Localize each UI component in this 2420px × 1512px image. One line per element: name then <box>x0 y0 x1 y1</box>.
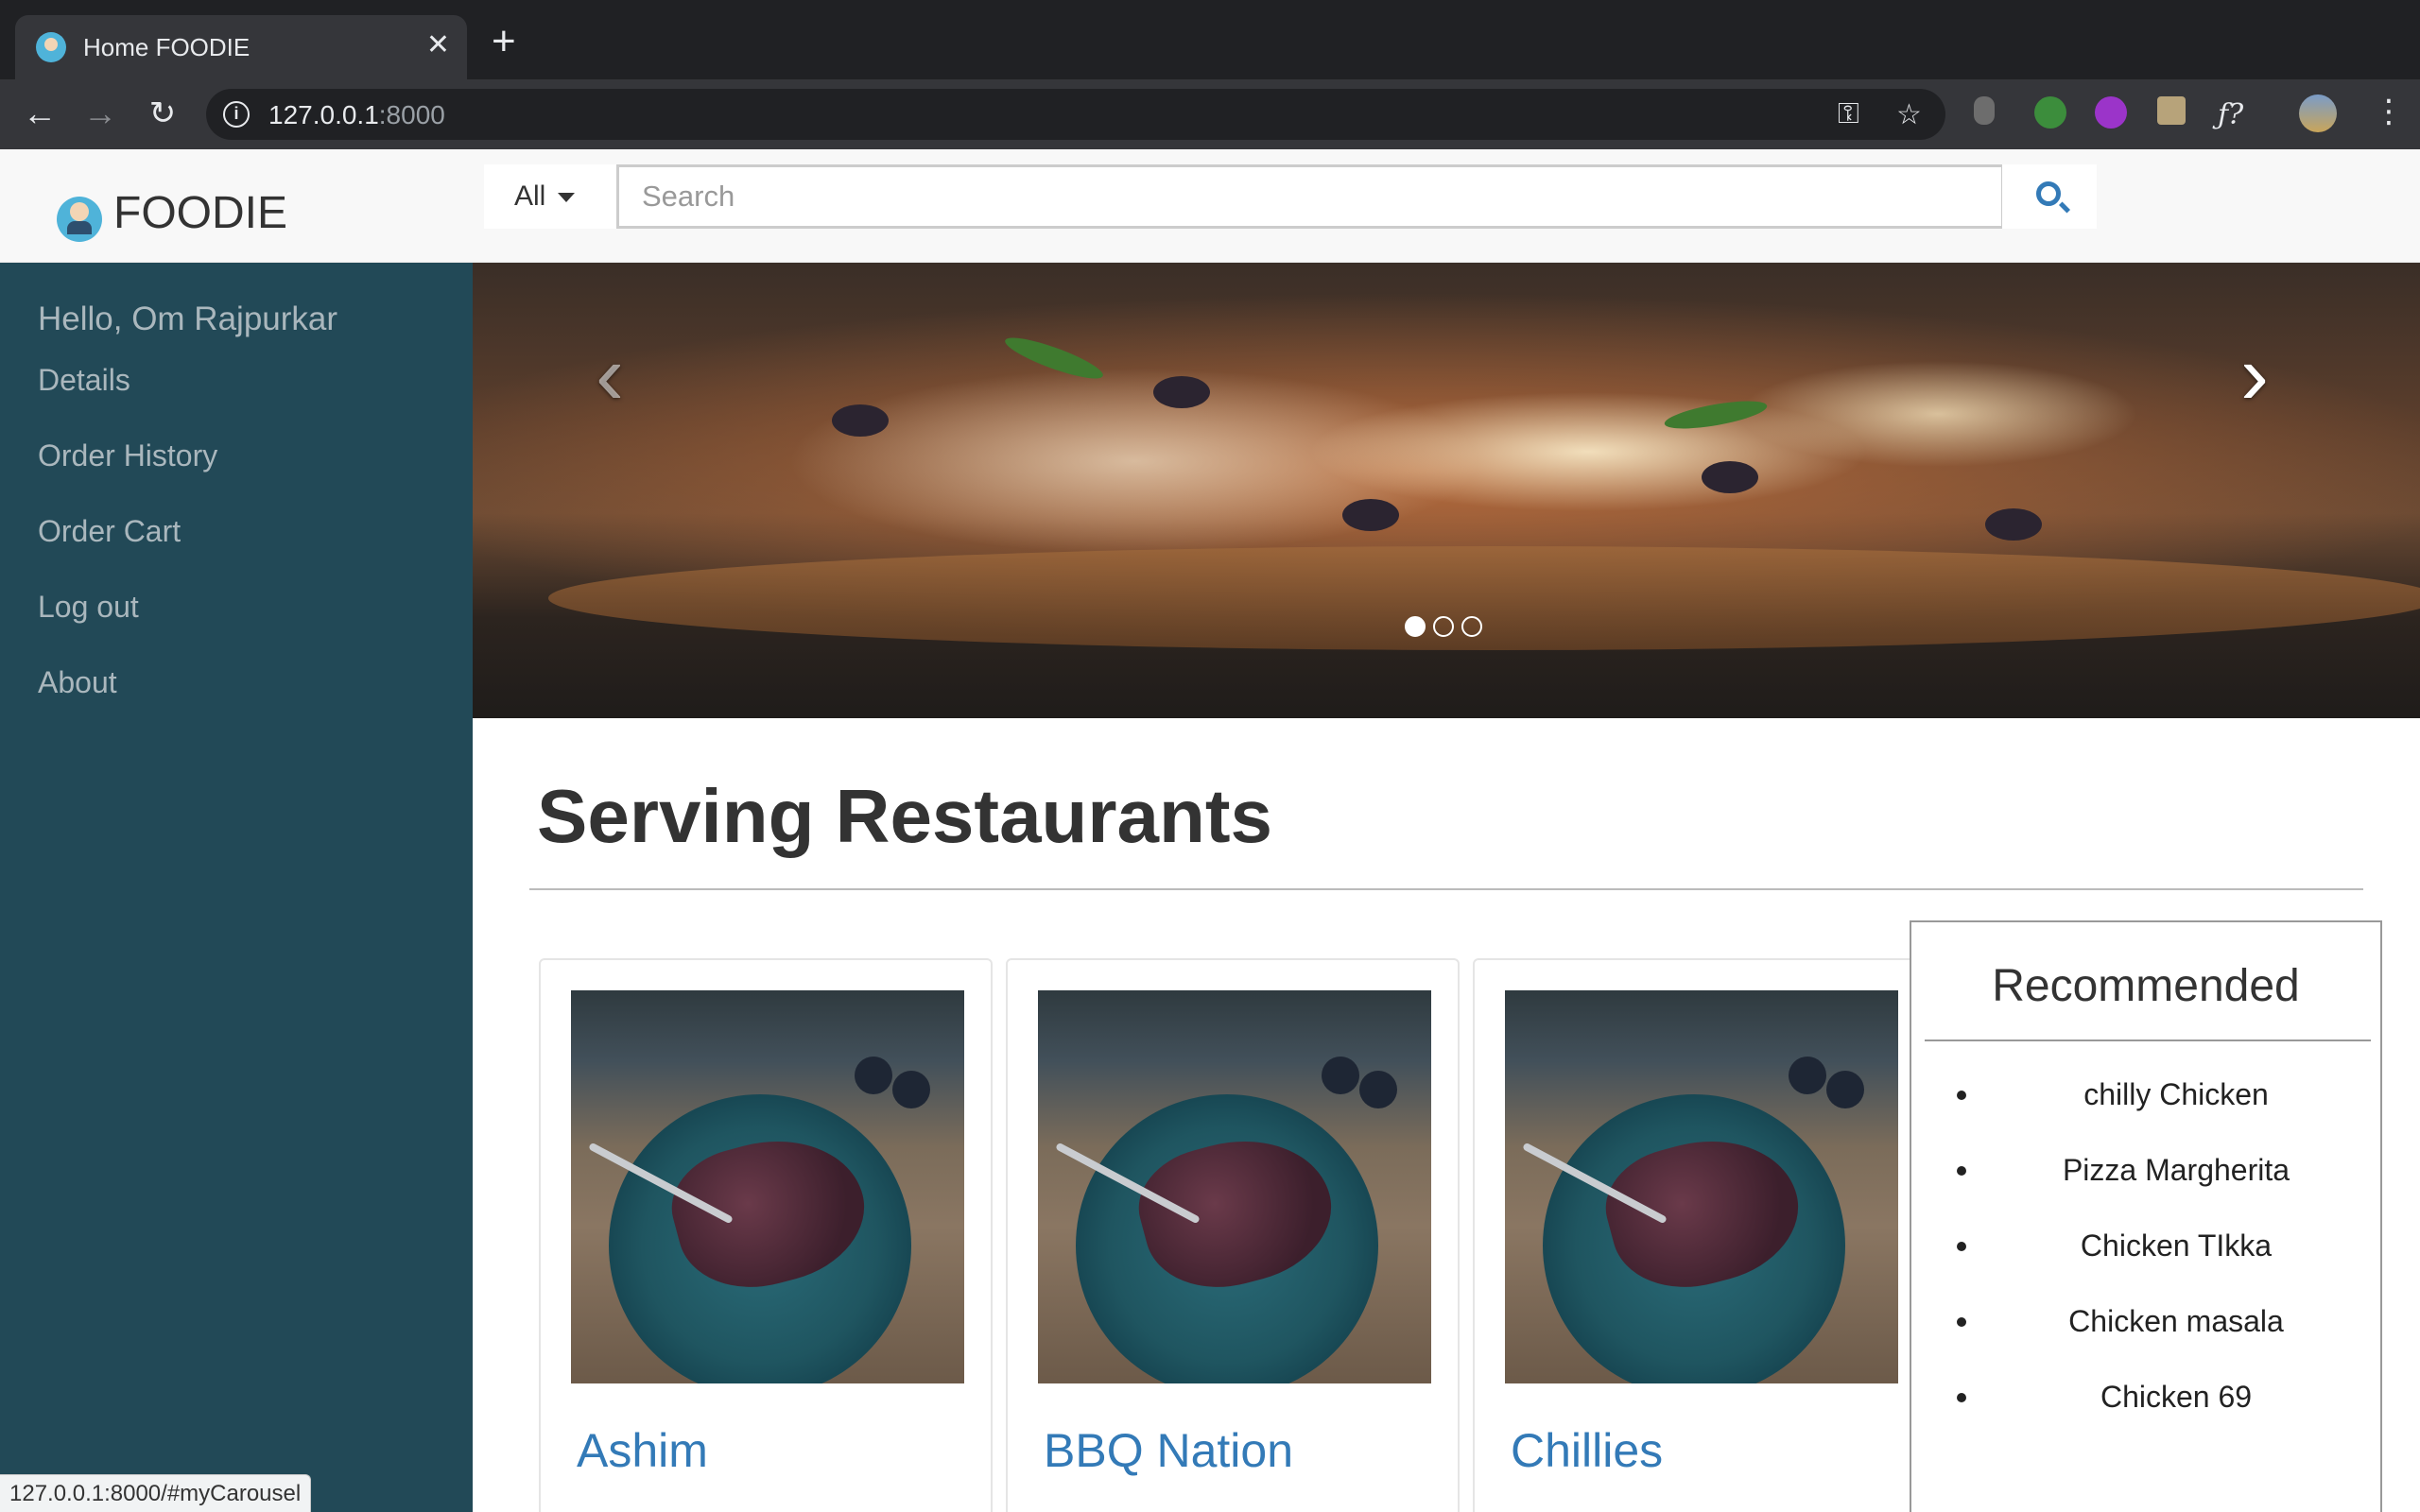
carousel-indicators <box>1405 616 1490 642</box>
sidebar-item-about[interactable]: About <box>38 665 117 700</box>
site-info-icon[interactable]: i <box>223 101 250 128</box>
pizza-topping <box>832 404 889 437</box>
restaurant-image <box>571 990 964 1383</box>
user-greeting: Hello, Om Rajpurkar <box>38 301 338 337</box>
carousel-indicator[interactable] <box>1461 616 1482 637</box>
carousel-indicator[interactable] <box>1405 616 1426 637</box>
reload-button[interactable]: ↻ <box>142 93 183 134</box>
browser-tab-strip: Home FOODIE ✕ + <box>0 0 2420 79</box>
new-tab-button[interactable]: + <box>492 21 516 62</box>
search-category-dropdown[interactable]: All <box>484 164 616 229</box>
berry <box>1359 1071 1397 1108</box>
sidebar: Hello, Om Rajpurkar Details Order Histor… <box>0 263 473 1512</box>
back-button[interactable]: ← <box>19 93 60 134</box>
key-icon[interactable]: ⚿ <box>1838 98 1859 130</box>
browser-menu-icon[interactable]: ⋮ <box>2373 93 2405 130</box>
search-button[interactable] <box>2002 164 2097 229</box>
pizza-basil <box>1001 330 1107 387</box>
restaurant-image <box>1038 990 1431 1383</box>
bullet <box>1957 1317 1966 1327</box>
search-group: All <box>484 164 2097 229</box>
hero-carousel: ‹ › <box>473 263 2420 718</box>
page-title: Serving Restaurants <box>537 774 1273 858</box>
extension-formula-icon[interactable]: ƒ? <box>2218 98 2243 131</box>
profile-avatar[interactable] <box>2299 94 2337 132</box>
search-input[interactable] <box>616 164 2004 229</box>
carousel-prev-icon[interactable]: ‹ <box>596 327 624 424</box>
link-status-bar: 127.0.0.1:8000/#myCarousel <box>0 1474 312 1512</box>
forward-button[interactable]: → <box>79 93 121 134</box>
restaurant-card[interactable]: Ashim <box>539 958 993 1512</box>
recommended-divider <box>1925 1040 2371 1041</box>
recommended-item-label: chilly Chicken <box>2083 1077 2269 1111</box>
recommended-item-label: Chicken 69 <box>2100 1380 2253 1414</box>
site-header: FOODIE All <box>0 149 2420 263</box>
bullet <box>1957 1393 1966 1402</box>
pizza-topping <box>1153 376 1210 408</box>
berry <box>1789 1057 1826 1094</box>
bullet <box>1957 1242 1966 1251</box>
restaurant-name-link[interactable]: Chillies <box>1511 1423 1663 1478</box>
pizza-topping <box>1985 508 2042 541</box>
address-bar[interactable]: i 127.0.0.1:8000 ⚿ ☆ <box>206 89 1945 140</box>
berry <box>1322 1057 1359 1094</box>
sidebar-item-order-history[interactable]: Order History <box>38 438 217 473</box>
bookmark-star-icon[interactable]: ☆ <box>1896 98 1922 131</box>
pizza-topping <box>1342 499 1399 531</box>
browser-tab[interactable]: Home FOODIE ✕ <box>15 15 467 79</box>
restaurant-card[interactable]: BBQ Nation <box>1006 958 1460 1512</box>
title-divider <box>529 888 2363 890</box>
chef-logo-icon <box>57 197 102 242</box>
favicon-icon <box>36 32 66 62</box>
carousel-next-icon[interactable]: › <box>2240 327 2269 424</box>
pizza-topping <box>1702 461 1758 493</box>
berry <box>855 1057 892 1094</box>
extension-pen-icon[interactable] <box>2157 96 2186 125</box>
recommended-item-label: Chicken masala <box>2068 1304 2284 1338</box>
sidebar-item-log-out[interactable]: Log out <box>38 590 139 625</box>
restaurant-card[interactable]: Chillies <box>1473 958 1927 1512</box>
tab-title: Home FOODIE <box>83 33 251 61</box>
bullet <box>1957 1166 1966 1176</box>
brand-link[interactable]: FOODIE <box>113 187 287 239</box>
extension-purple-icon[interactable] <box>2095 96 2127 129</box>
restaurant-name-link[interactable]: Ashim <box>577 1423 708 1478</box>
recommended-title: Recommended <box>1992 961 2300 1011</box>
restaurant-image <box>1505 990 1898 1383</box>
restaurant-name-link[interactable]: BBQ Nation <box>1044 1423 1293 1478</box>
extension-tree-icon[interactable] <box>2034 96 2066 129</box>
search-icon <box>2036 181 2061 206</box>
address-url: 127.0.0.1:8000 <box>268 100 445 129</box>
caret-down-icon <box>557 193 575 203</box>
recommended-panel: Recommended chilly Chicken Pizza Margher… <box>1910 920 2382 1512</box>
sidebar-item-order-cart[interactable]: Order Cart <box>38 514 181 549</box>
pizza-basil <box>1662 395 1770 435</box>
carousel-indicator[interactable] <box>1433 616 1454 637</box>
sidebar-item-details[interactable]: Details <box>38 363 130 398</box>
bullet <box>1957 1091 1966 1100</box>
browser-toolbar: ← → ↻ i 127.0.0.1:8000 ⚿ ☆ ƒ? ⋮ <box>0 79 2420 149</box>
recommended-item-label: Pizza Margherita <box>2062 1153 2290 1187</box>
extension-icon[interactable] <box>1974 96 1995 125</box>
berry <box>892 1071 930 1108</box>
recommended-item-label: Chicken TIkka <box>2080 1228 2273 1263</box>
close-tab-icon[interactable]: ✕ <box>426 28 450 62</box>
berry <box>1826 1071 1864 1108</box>
